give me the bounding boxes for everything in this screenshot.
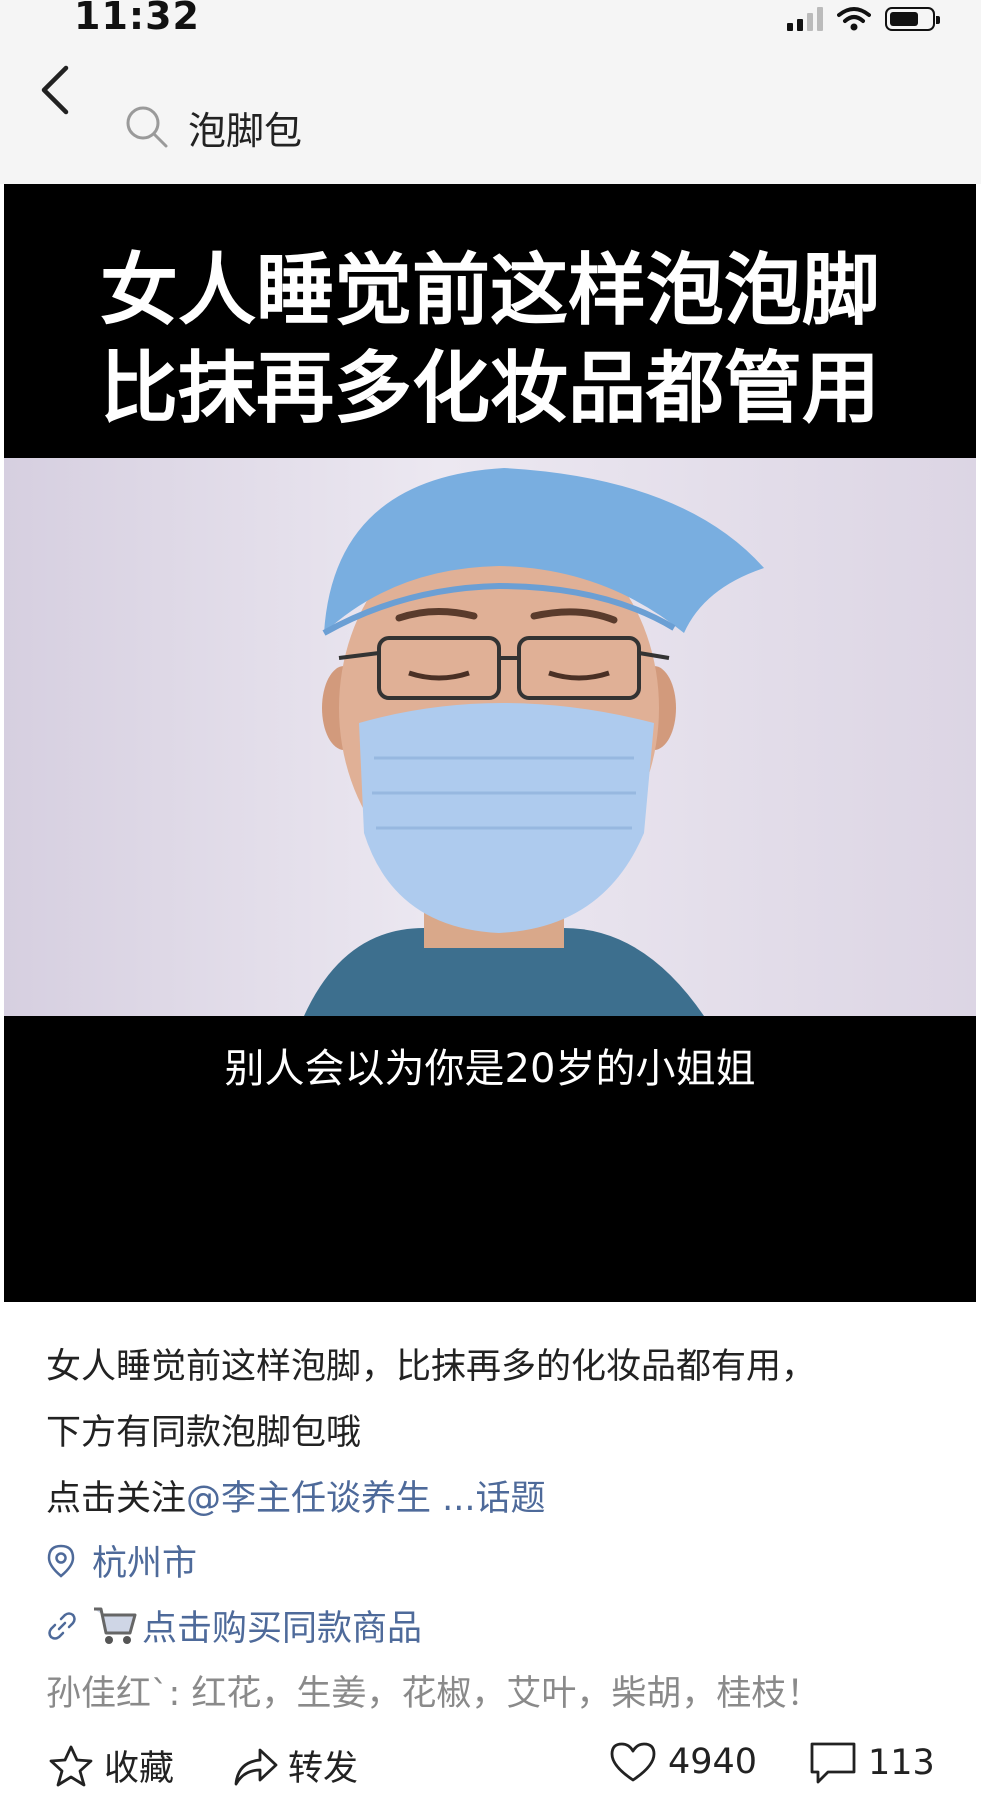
desc-line-1: 女人睡觉前这样泡脚，比抹再多的化妆品都有用， xyxy=(46,1347,817,1387)
comment-icon xyxy=(810,1742,856,1784)
status-bar: 11:32 xyxy=(0,0,981,44)
favorite-button[interactable]: 收藏 xyxy=(48,1740,174,1791)
status-time: 11:32 xyxy=(74,0,200,38)
video-frame xyxy=(4,458,976,1016)
comment-button[interactable]: 113 xyxy=(808,1740,935,1786)
back-chevron-icon xyxy=(41,65,69,115)
video-title-overlay: 女人睡觉前这样泡泡脚 比抹再多化妆品都管用 xyxy=(4,242,976,438)
location-row[interactable]: 杭州市 xyxy=(46,1535,197,1586)
comment-count: 113 xyxy=(868,1743,935,1783)
top-comment[interactable]: 孙佳红`: 红花，生姜，花椒，艾叶，柴胡，桂枝！ xyxy=(46,1665,821,1716)
video-subtitle: 别人会以为你是20岁的小姐姐 xyxy=(224,1046,756,1092)
product-row[interactable]: 点击购买同款商品 xyxy=(46,1600,422,1651)
desc-line-2: 下方有同款泡脚包哦 xyxy=(46,1413,362,1453)
wifi-icon xyxy=(837,7,871,31)
back-button[interactable] xyxy=(36,60,86,120)
like-button[interactable]: 4940 xyxy=(608,1740,757,1784)
post-description: 女人睡觉前这样泡脚，比抹再多的化妆品都有用， 下方有同款泡脚包哦 点击关注@李主… xyxy=(46,1334,946,1532)
link-icon xyxy=(48,1611,76,1640)
video-title-line2: 比抹再多化妆品都管用 xyxy=(99,344,880,434)
account-link[interactable]: @李主任谈养生 xyxy=(186,1479,431,1519)
share-label: 转发 xyxy=(288,1749,359,1789)
star-icon xyxy=(49,1745,93,1786)
like-count: 4940 xyxy=(668,1742,758,1782)
cart-icon xyxy=(94,1607,137,1644)
video-title-line1: 女人睡觉前这样泡泡脚 xyxy=(99,246,880,336)
search-query[interactable]: 泡脚包 xyxy=(188,100,302,155)
follow-prefix: 点击关注 xyxy=(46,1479,187,1519)
share-button[interactable]: 转发 xyxy=(232,1740,358,1791)
follow-line: 点击关注@李主任谈养生 ...话题 xyxy=(46,1466,946,1532)
action-bar: 收藏 转发 4940 113 xyxy=(0,1740,981,1800)
status-icons xyxy=(787,6,940,32)
location-text: 杭州市 xyxy=(92,1544,198,1584)
topic-link[interactable]: ...话题 xyxy=(431,1479,545,1519)
battery-icon xyxy=(885,7,940,31)
favorite-label: 收藏 xyxy=(104,1749,175,1789)
heart-icon xyxy=(610,1742,656,1782)
product-link[interactable]: 点击购买同款商品 xyxy=(142,1600,422,1651)
search-icon xyxy=(126,106,168,148)
share-arrow-icon xyxy=(234,1748,278,1785)
doctor-illustration xyxy=(304,468,764,1016)
cellular-signal-icon xyxy=(787,7,823,31)
location-pin-icon xyxy=(47,1544,75,1578)
video-player[interactable]: 女人睡觉前这样泡泡脚 比抹再多化妆品都管用 别人会以为你是20岁的小姐姐 xyxy=(4,184,976,1302)
